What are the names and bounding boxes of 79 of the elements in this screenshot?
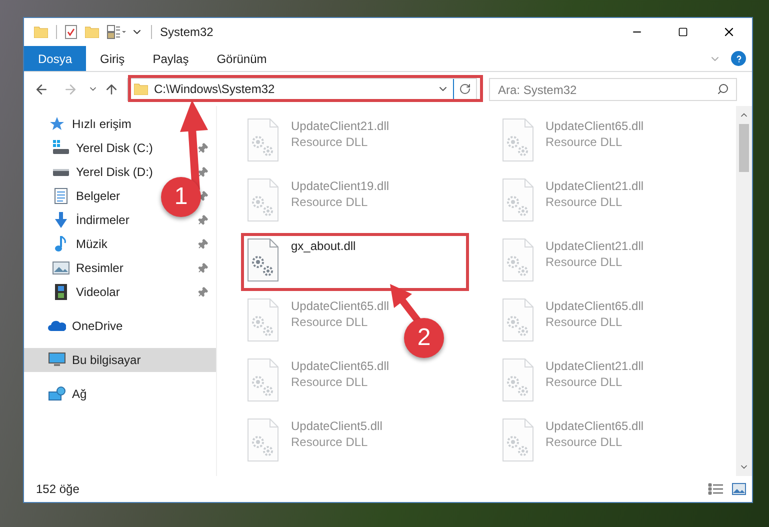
ribbon-tab[interactable]: Dosya [24,46,86,71]
folder-icon [34,26,48,38]
drive-icon [52,168,70,176]
dll-file-icon [247,118,279,162]
nav-item[interactable]: Videolar [52,283,120,301]
new-folder-icon [85,26,99,38]
file-name: gx_about.dll [291,238,356,254]
file-type: Resource DLL [546,134,624,150]
file-name: UpdateClient19.dll [291,178,390,194]
nav-item[interactable]: Müzik [52,235,108,253]
scrollbar[interactable] [736,106,752,476]
file-name: UpdateClient21.dll [546,178,644,194]
refresh-icon[interactable] [459,83,471,95]
dll-file-icon [502,118,534,162]
properties-icon [65,25,77,39]
nav-item[interactable]: Resimler [52,259,124,277]
nav-item[interactable]: Bu bilgisayar [24,348,216,372]
network-icon [48,386,66,402]
monitor-icon [48,352,66,368]
file-type: Resource DLL [546,254,624,270]
file-name: UpdateClient65.dll [291,358,390,374]
document-icon [52,188,70,204]
help-icon[interactable] [731,51,746,66]
dll-file-icon [247,298,279,342]
file-type: Resource DLL [291,134,369,150]
file-item[interactable]: gx_about.dll [247,238,356,282]
file-name: UpdateClient5.dll [291,418,382,434]
file-name: UpdateClient21.dll [546,358,644,374]
nav-item[interactable]: Hızlı erişim [24,112,216,136]
cloud-icon [48,318,66,334]
large-icons-view-icon[interactable] [732,483,746,495]
dll-file-icon [502,418,534,462]
close-icon [722,25,736,39]
ribbon-tab[interactable]: Giriş [86,46,139,71]
dll-file-icon [502,238,534,282]
file-name: UpdateClient65.dll [546,418,644,434]
scroll-thumb[interactable] [739,124,749,172]
file-type: Resource DLL [291,194,369,210]
star-icon [48,116,66,132]
picture-icon [52,260,70,276]
address-path: C:\Windows\System32 [154,81,275,98]
file-name: UpdateClient21.dll [291,118,390,134]
maximize-icon [678,27,688,37]
item-count: 152 öğe [36,481,80,498]
nav-item[interactable]: Yerel Disk (C:) [52,139,153,157]
folder-icon [134,83,148,95]
file-type: Resource DLL [546,374,624,390]
search-field[interactable]: Ara: System32 [489,78,737,101]
file-type: Resource DLL [546,314,624,330]
details-view-icon[interactable] [708,483,724,495]
file-name: UpdateClient21.dll [546,238,644,254]
ribbon-tab[interactable]: Paylaş [138,46,203,71]
file-type: Resource DLL [291,314,369,330]
file-name: UpdateClient65.dll [291,298,390,314]
drive-icon [52,140,70,156]
file-type: Resource DLL [291,434,369,450]
film-icon [52,284,70,300]
dll-file-icon [502,178,534,222]
window-title: System32 [160,24,214,41]
file-type: Resource DLL [546,434,624,450]
nav-item[interactable]: Belgeler [52,187,120,205]
dll-file-icon [247,178,279,222]
dll-file-icon [247,358,279,402]
dll-file-icon [502,358,534,402]
dll-file-icon [502,298,534,342]
ribbon-tab[interactable]: Görünüm [202,46,281,71]
nav-item[interactable]: Yerel Disk (D:) [52,163,153,181]
download-arrow-icon [52,212,70,228]
file-type: Resource DLL [546,194,624,210]
dll-file-icon [247,418,279,462]
dll-file-icon [247,238,279,282]
view-icon [107,25,127,39]
nav-item[interactable]: Ağ [24,382,216,406]
nav-item[interactable]: OneDrive [24,314,216,338]
file-name: UpdateClient65.dll [546,118,644,134]
file-name: UpdateClient65.dll [546,298,644,314]
file-type: Resource DLL [291,374,369,390]
search-icon [717,82,729,94]
nav-item[interactable]: İndirmeler [52,211,130,229]
